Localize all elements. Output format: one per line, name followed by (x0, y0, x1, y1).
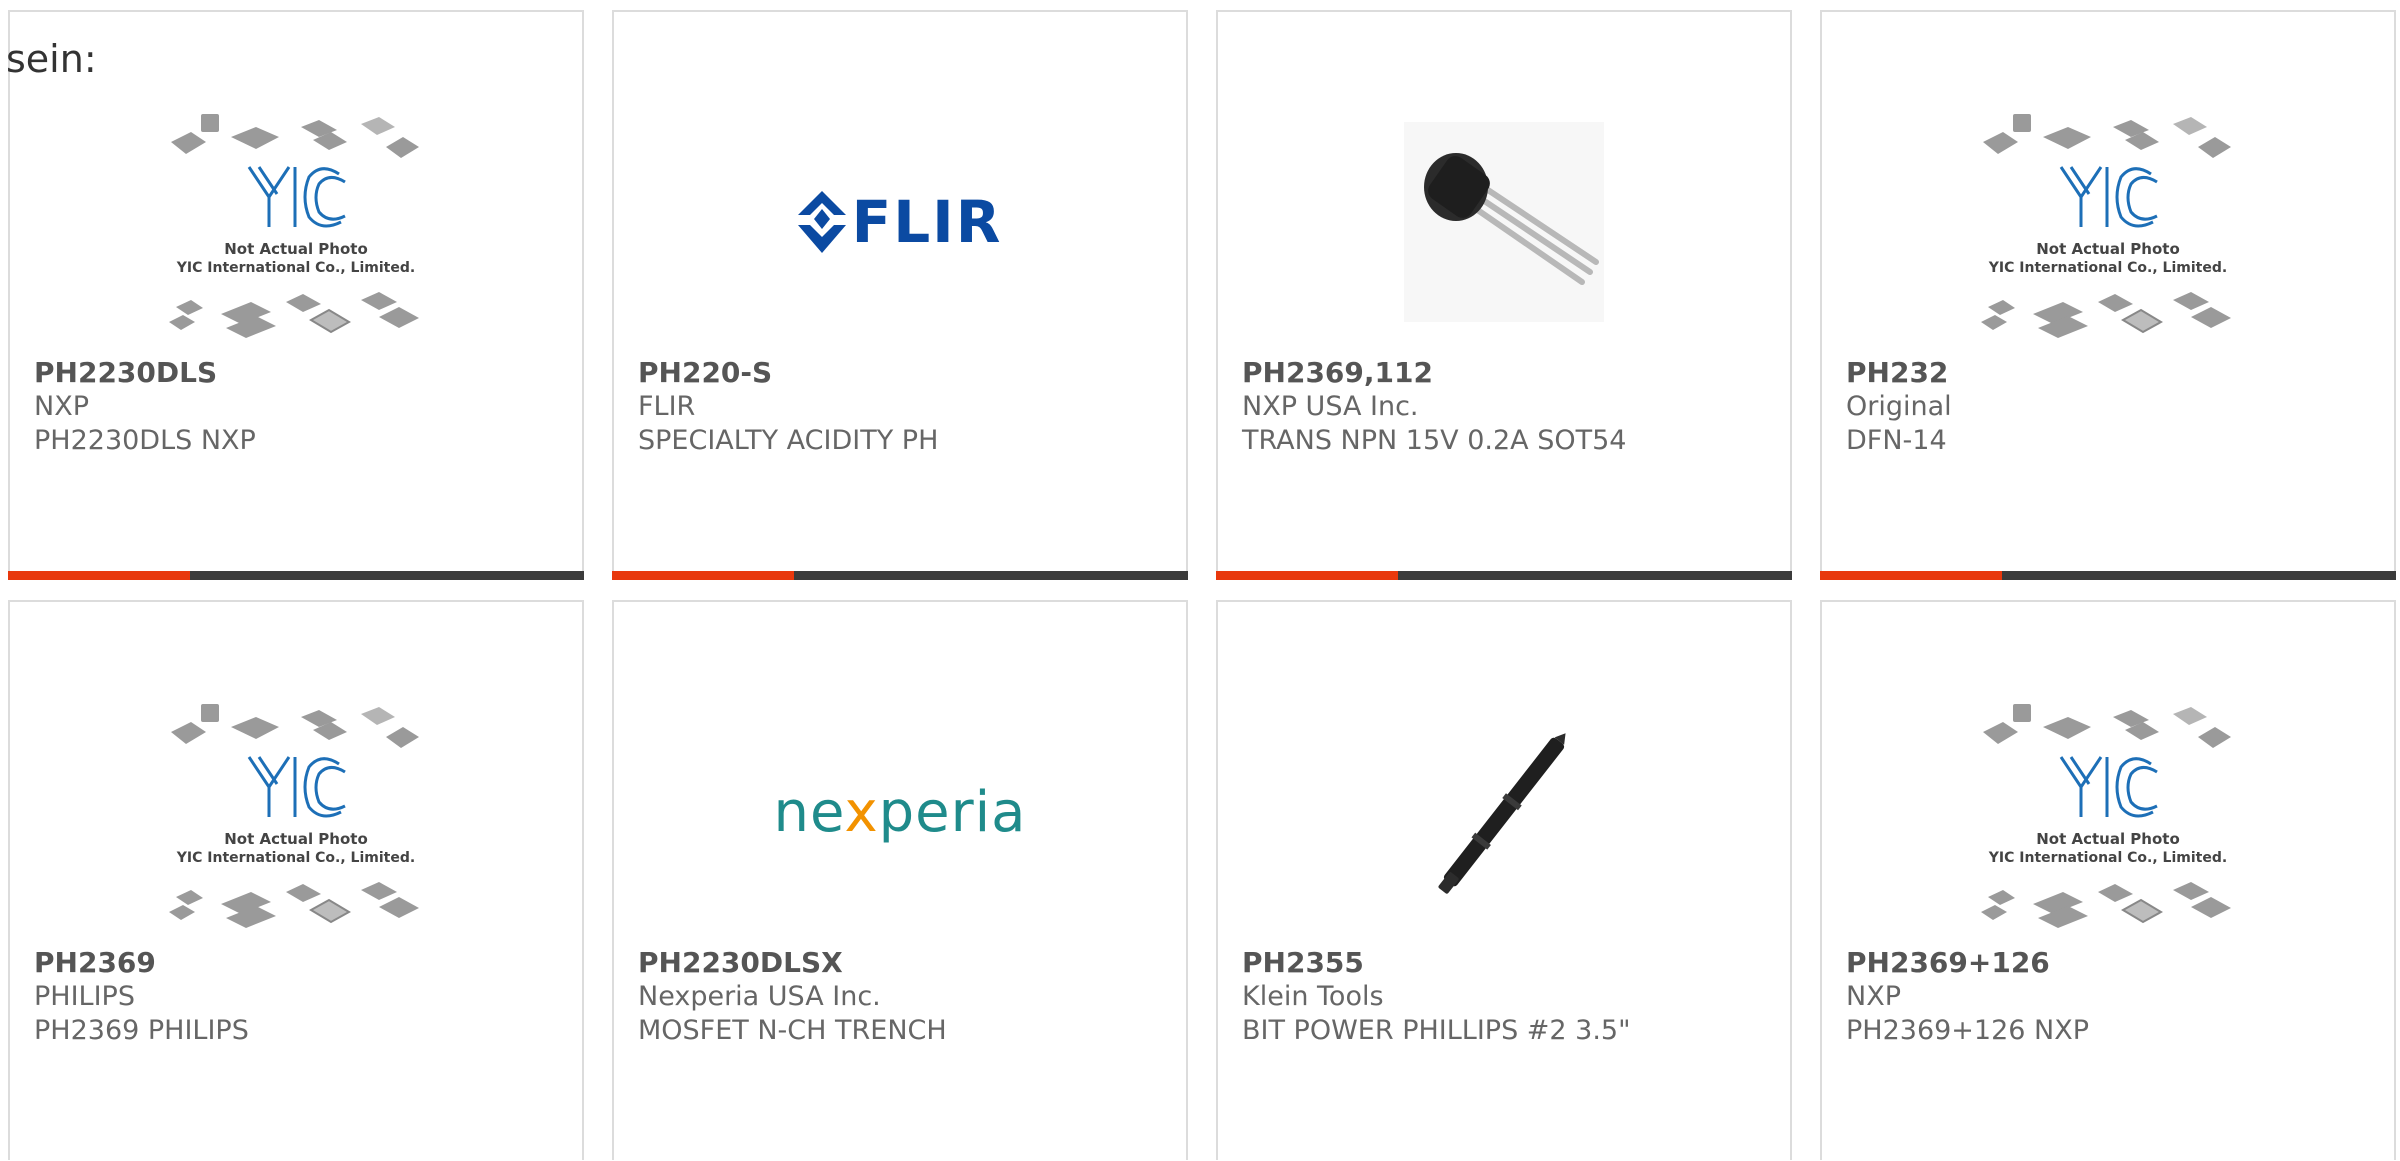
product-card[interactable]: FLIR PH220-S FLIR SPECIALTY ACIDITY PH (612, 10, 1188, 580)
part-number[interactable]: PH2355 (1242, 946, 1770, 980)
svg-text:YIC International Co., Limited: YIC International Co., Limited. (176, 850, 415, 866)
product-info: PH2230DLSX Nexperia USA Inc. MOSFET N-CH… (638, 946, 1166, 1048)
to92-transistor-image (1404, 122, 1604, 322)
svg-text:YIC International Co., Limited: YIC International Co., Limited. (1988, 850, 2227, 866)
manufacturer: FLIR (638, 391, 696, 422)
manufacturer: NXP USA Inc. (1242, 391, 1419, 422)
description: SPECIALTY ACIDITY PH (638, 425, 939, 456)
manufacturer: Klein Tools (1242, 981, 1384, 1012)
card-bottom-bar (612, 571, 1188, 580)
part-number[interactable]: PH2369,112 (1242, 356, 1770, 390)
part-number[interactable]: PH2369+126 (1846, 946, 2374, 980)
description: PH2230DLS NXP (34, 425, 256, 456)
product-card[interactable]: PH2355 Klein Tools BIT POWER PHILLIPS #2… (1216, 600, 1792, 1160)
product-card[interactable]: Not Actual Photo YIC International Co., … (8, 600, 584, 1160)
flir-diamond-icon (797, 191, 846, 253)
product-card[interactable]: Not Actual Photo YIC International Co., … (8, 10, 584, 580)
nexperia-wordmark-x: x (844, 779, 879, 845)
product-info: PH232 Original DFN-14 (1846, 356, 2374, 458)
yic-placeholder-image: Not Actual Photo YIC International Co., … (1981, 114, 2231, 338)
product-card[interactable]: Not Actual Photo YIC International Co., … (1820, 600, 2396, 1160)
flir-wordmark: FLIR (851, 188, 1003, 256)
product-image[interactable]: Not Actual Photo YIC International Co., … (1822, 682, 2394, 942)
card-bottom-bar (8, 571, 584, 580)
product-card[interactable]: Not Actual Photo YIC International Co., … (1820, 10, 2396, 580)
svg-text:Not Actual Photo: Not Actual Photo (224, 830, 368, 848)
intro-text: sein: (6, 37, 97, 81)
product-image[interactable]: Not Actual Photo YIC International Co., … (10, 682, 582, 942)
part-number[interactable]: PH220-S (638, 356, 1166, 390)
flir-logo: FLIR (797, 188, 1003, 256)
description: DFN-14 (1846, 425, 1947, 456)
part-number[interactable]: PH2230DLSX (638, 946, 1166, 980)
part-number[interactable]: PH2369 (34, 946, 562, 980)
yic-placeholder-image: Not Actual Photo YIC International Co., … (1981, 704, 2231, 928)
product-info: PH2230DLS NXP PH2230DLS NXP (34, 356, 562, 458)
nexperia-logo: nexperia (773, 780, 1026, 845)
manufacturer: NXP (1846, 981, 1901, 1012)
product-info: PH2355 Klein Tools BIT POWER PHILLIPS #2… (1242, 946, 1770, 1048)
manufacturer: Nexperia USA Inc. (638, 981, 881, 1012)
manufacturer: Original (1846, 391, 1952, 422)
product-card[interactable]: nexperia PH2230DLSX Nexperia USA Inc. MO… (612, 600, 1188, 1160)
product-image[interactable]: Not Actual Photo YIC International Co., … (1822, 92, 2394, 352)
screwdriver-bit-image (1438, 733, 1566, 894)
product-info: PH2369+126 NXP PH2369+126 NXP (1846, 946, 2374, 1048)
svg-text:Not Actual Photo: Not Actual Photo (224, 240, 368, 258)
manufacturer: PHILIPS (34, 981, 135, 1012)
description: BIT POWER PHILLIPS #2 3.5" (1242, 1015, 1631, 1046)
product-image[interactable]: FLIR (614, 92, 1186, 352)
svg-text:YIC International Co., Limited: YIC International Co., Limited. (1988, 260, 2227, 276)
description: MOSFET N-CH TRENCH (638, 1015, 947, 1046)
product-grid-page: sein: Not Actual Photo YIC International… (0, 0, 2400, 1161)
product-info: PH220-S FLIR SPECIALTY ACIDITY PH (638, 356, 1166, 458)
nexperia-wordmark-part: ne (773, 779, 845, 845)
svg-text:Not Actual Photo: Not Actual Photo (2036, 240, 2180, 258)
part-number[interactable]: PH232 (1846, 356, 2374, 390)
svg-text:YIC International Co., Limited: YIC International Co., Limited. (176, 260, 415, 276)
product-card[interactable]: PH2369,112 NXP USA Inc. TRANS NPN 15V 0.… (1216, 10, 1792, 580)
manufacturer: NXP (34, 391, 89, 422)
svg-text:Not Actual Photo: Not Actual Photo (2036, 830, 2180, 848)
description: PH2369 PHILIPS (34, 1015, 249, 1046)
part-number[interactable]: PH2230DLS (34, 356, 562, 390)
yic-placeholder-image: Not Actual Photo YIC International Co., … (169, 114, 419, 338)
product-info: PH2369 PHILIPS PH2369 PHILIPS (34, 946, 562, 1048)
product-image[interactable] (1218, 682, 1790, 942)
product-info: PH2369,112 NXP USA Inc. TRANS NPN 15V 0.… (1242, 356, 1770, 458)
card-bottom-bar (1216, 571, 1792, 580)
card-bottom-bar (1820, 571, 2396, 580)
product-image[interactable] (1218, 92, 1790, 352)
product-image[interactable]: Not Actual Photo YIC International Co., … (10, 92, 582, 352)
nexperia-wordmark-part: peria (878, 779, 1027, 845)
yic-placeholder-image: Not Actual Photo YIC International Co., … (169, 704, 419, 928)
description: TRANS NPN 15V 0.2A SOT54 (1242, 425, 1627, 456)
product-image[interactable]: nexperia (614, 682, 1186, 942)
description: PH2369+126 NXP (1846, 1015, 2090, 1046)
